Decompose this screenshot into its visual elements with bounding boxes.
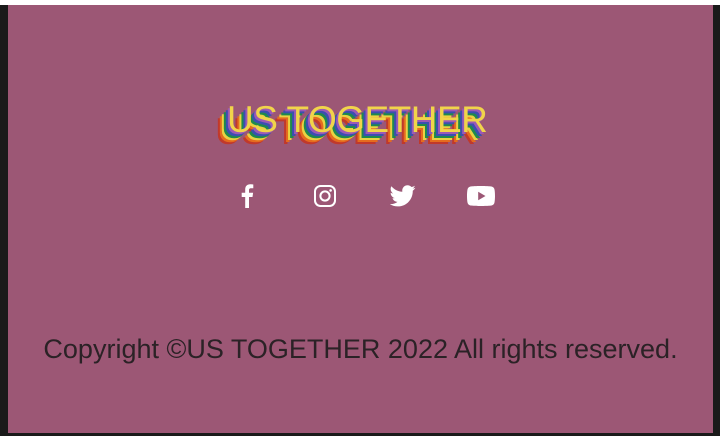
site-footer: US TOGETHER Copyright ©US TOGETHER 2022 … xyxy=(8,5,713,433)
youtube-link[interactable] xyxy=(462,182,500,210)
social-links xyxy=(228,182,500,210)
page-frame: US TOGETHER Copyright ©US TOGETHER 2022 … xyxy=(0,0,720,436)
instagram-icon xyxy=(314,185,336,207)
facebook-link[interactable] xyxy=(228,182,266,210)
twitter-icon xyxy=(390,185,416,207)
youtube-icon xyxy=(467,186,495,206)
copyright-text: Copyright ©US TOGETHER 2022 All rights r… xyxy=(43,334,678,364)
twitter-link[interactable] xyxy=(384,182,422,210)
facebook-icon xyxy=(241,184,254,208)
instagram-link[interactable] xyxy=(306,182,344,210)
brand-logo-text: US TOGETHER xyxy=(227,99,488,140)
brand-logo[interactable]: US TOGETHER xyxy=(8,85,713,165)
